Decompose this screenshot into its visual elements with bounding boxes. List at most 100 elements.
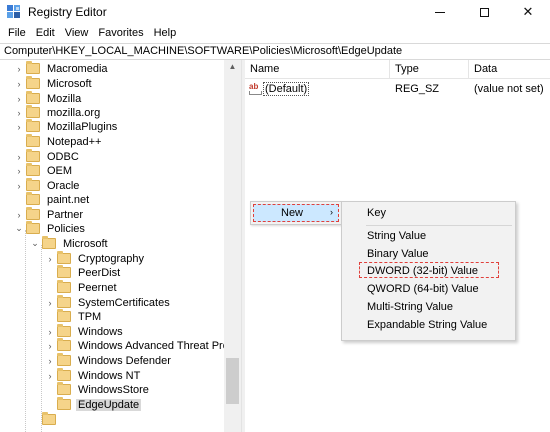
scroll-up-arrow-icon[interactable]: ▲ <box>224 60 241 74</box>
submenu-item-string-value[interactable]: String Value <box>367 230 426 242</box>
tree-item[interactable]: PeerDist <box>45 265 122 280</box>
title-bar: Registry Editor ✕ <box>0 0 550 24</box>
tree-item-label: Policies <box>47 222 85 235</box>
tree-item-label: EdgeUpdate <box>76 398 142 411</box>
tree-item-label: Microsoft <box>63 237 108 250</box>
tree-item[interactable]: Notepad++ <box>14 134 103 149</box>
scrollbar-thumb[interactable] <box>226 358 239 404</box>
tree-item[interactable]: TPM <box>45 309 103 324</box>
menu-file[interactable]: File <box>3 27 31 39</box>
expand-arrow-icon[interactable]: › <box>14 108 24 118</box>
tree-item-label: ODBC <box>47 150 79 163</box>
tree-item-label: Windows <box>78 325 123 338</box>
tree-item-selected[interactable]: EdgeUpdate <box>45 397 142 412</box>
column-type-header[interactable]: Type <box>395 63 419 75</box>
submenu-item-key[interactable]: Key <box>367 207 386 219</box>
tree-item-label: SystemCertificates <box>78 296 170 309</box>
tree-item[interactable]: WindowsStore <box>45 382 151 397</box>
value-row[interactable]: ab (Default) REG_SZ (value not set) <box>245 80 550 97</box>
close-button[interactable]: ✕ <box>506 0 550 24</box>
tree-item[interactable] <box>30 412 61 427</box>
new-label: New <box>281 207 304 219</box>
maximize-icon <box>479 7 489 17</box>
folder-icon <box>57 338 71 351</box>
value-name: (Default) <box>263 82 310 96</box>
tree-item[interactable]: ⌄ Microsoft <box>30 236 110 251</box>
tree-item[interactable]: › Windows Advanced Threat Protecti <box>45 338 242 353</box>
tree-guide-line <box>25 230 26 432</box>
expand-arrow-icon[interactable]: › <box>14 79 24 89</box>
tree-item[interactable]: › Microsoft <box>14 76 94 91</box>
submenu-item-dword-value[interactable]: DWORD (32-bit) Value <box>367 265 478 277</box>
expand-arrow-icon[interactable]: › <box>45 327 55 337</box>
column-data-header[interactable]: Data <box>474 63 497 75</box>
tree-scrollbar[interactable]: ▲ <box>224 60 241 432</box>
tree-item[interactable]: paint.net <box>14 192 91 207</box>
context-menu-new-item[interactable]: New › <box>253 204 339 222</box>
tree-item-label: TPM <box>78 310 102 323</box>
value-data: (value not set) <box>474 83 544 95</box>
submenu-item-qword-value[interactable]: QWORD (64-bit) Value <box>367 283 479 295</box>
tree-item[interactable]: › OEM <box>14 163 74 178</box>
tree-item[interactable]: › mozilla.org <box>14 105 102 120</box>
tree-item[interactable]: Peernet <box>45 280 119 295</box>
folder-icon <box>57 397 71 410</box>
tree-item[interactable]: › Windows Defender <box>45 353 173 368</box>
collapse-arrow-icon[interactable]: ⌄ <box>14 223 24 234</box>
tree-item[interactable]: › Cryptography <box>45 251 146 266</box>
context-menu: New › <box>250 201 342 225</box>
submenu-item-multi-string-value[interactable]: Multi-String Value <box>367 301 453 313</box>
tree-item-label: Cryptography <box>78 252 145 265</box>
submenu-item-expandable-string-value[interactable]: Expandable String Value <box>367 319 487 331</box>
expand-arrow-icon[interactable]: › <box>45 341 55 351</box>
new-submenu: Key String Value Binary Value DWORD (32-… <box>341 201 516 341</box>
submenu-arrow-icon: › <box>330 207 333 217</box>
tree-item[interactable]: › Mozilla <box>14 91 83 106</box>
expand-arrow-icon[interactable]: › <box>45 356 55 366</box>
tree-item-label: mozilla.org <box>47 106 101 119</box>
column-divider[interactable] <box>468 60 469 79</box>
expand-arrow-icon[interactable]: › <box>14 122 24 132</box>
folder-icon <box>26 192 40 205</box>
folder-icon <box>26 221 40 234</box>
folder-icon <box>26 105 40 118</box>
folder-icon <box>57 280 71 293</box>
submenu-item-binary-value[interactable]: Binary Value <box>367 248 429 260</box>
tree-item-label: WindowsStore <box>78 383 149 396</box>
tree-item[interactable]: › MozillaPlugins <box>14 119 119 134</box>
menu-separator <box>366 225 512 226</box>
tree-guide-line <box>41 245 42 432</box>
expand-arrow-icon[interactable]: › <box>14 166 24 176</box>
menu-favorites[interactable]: Favorites <box>93 27 148 39</box>
address-bar[interactable]: Computer\HKEY_LOCAL_MACHINE\SOFTWARE\Pol… <box>0 43 550 60</box>
tree-item-label: Windows Advanced Threat Protecti <box>78 339 242 352</box>
tree-item[interactable]: › ODBC <box>14 149 81 164</box>
collapse-arrow-icon[interactable]: ⌄ <box>30 238 40 249</box>
tree-item[interactable]: › Macromedia <box>14 61 110 76</box>
menu-view[interactable]: View <box>60 27 94 39</box>
minimize-button[interactable] <box>418 0 462 24</box>
maximize-button[interactable] <box>462 0 506 24</box>
registry-editor-icon <box>6 4 22 20</box>
expand-arrow-icon[interactable]: › <box>14 64 24 74</box>
tree-item-label: OEM <box>47 164 73 177</box>
expand-arrow-icon[interactable]: › <box>14 181 24 191</box>
expand-arrow-icon[interactable]: › <box>14 210 24 220</box>
expand-arrow-icon[interactable]: › <box>45 254 55 264</box>
folder-icon <box>26 178 40 191</box>
expand-arrow-icon[interactable]: › <box>45 371 55 381</box>
tree-item[interactable]: › Oracle <box>14 178 81 193</box>
tree-item[interactable]: › SystemCertificates <box>45 295 172 310</box>
tree-item[interactable]: › Windows <box>45 324 125 339</box>
tree-item-label: paint.net <box>47 193 90 206</box>
tree-item[interactable]: ⌄ Policies <box>14 221 87 236</box>
expand-arrow-icon[interactable]: › <box>45 298 55 308</box>
expand-arrow-icon[interactable]: › <box>14 152 24 162</box>
menu-help[interactable]: Help <box>149 27 182 39</box>
menu-edit[interactable]: Edit <box>31 27 60 39</box>
tree-item[interactable]: › Windows NT <box>45 368 142 383</box>
tree-item[interactable]: › Partner <box>14 207 85 222</box>
column-name-header[interactable]: Name <box>250 63 279 75</box>
expand-arrow-icon[interactable]: › <box>14 94 24 104</box>
column-divider[interactable] <box>389 60 390 79</box>
